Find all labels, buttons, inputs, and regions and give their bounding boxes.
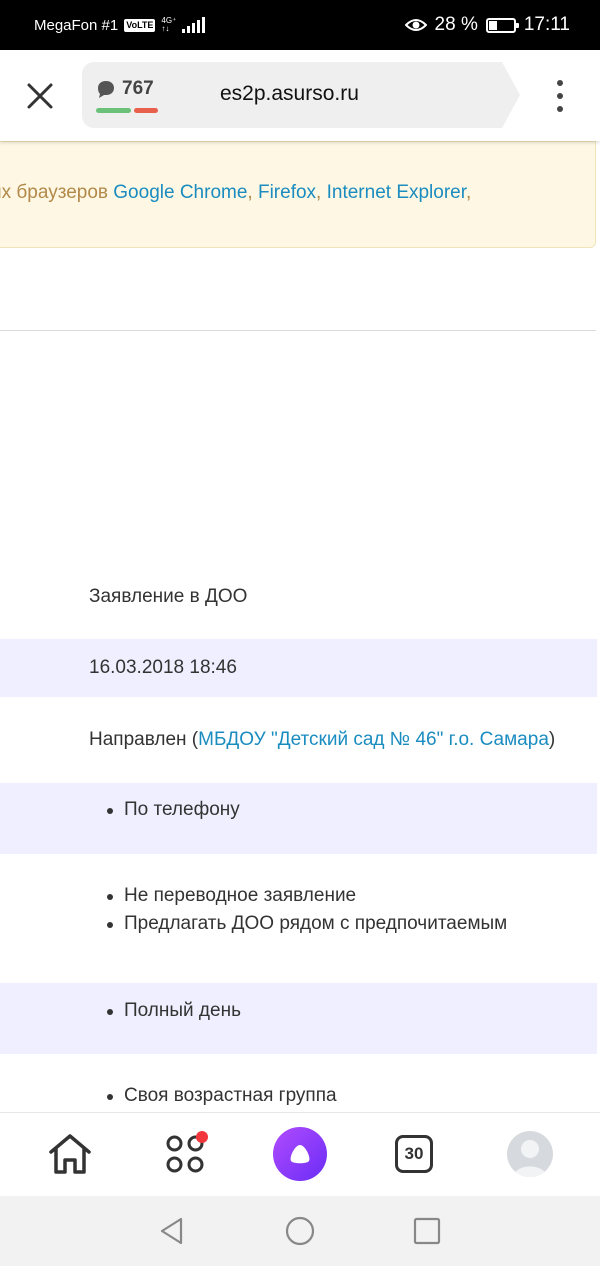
url-text[interactable]: es2p.asurso.ru <box>220 82 359 106</box>
alice-button[interactable] <box>272 1127 328 1181</box>
row-options: Не переводное заявление Предлагать ДОО р… <box>0 854 597 983</box>
dot-icon <box>557 106 563 112</box>
avatar <box>507 1131 553 1177</box>
home-icon <box>49 1134 91 1174</box>
back-button[interactable] <box>155 1214 189 1248</box>
back-triangle-icon <box>160 1217 183 1245</box>
data-arrows-icon: ↑↓ <box>161 24 170 33</box>
carrier-name: MegaFon #1 <box>34 16 119 34</box>
services-button[interactable] <box>160 1129 210 1179</box>
volte-badge: VoLTE <box>124 18 156 32</box>
list-item: Предлагать ДОО рядом с предпочитаемым <box>107 910 507 938</box>
group-list: Своя возрастная группа <box>107 1082 337 1110</box>
contact-method-list: По телефону <box>107 796 240 824</box>
home-circle-icon <box>285 1216 315 1246</box>
row-status: Направлен (МБДОУ "Детский сад № 46" г.о.… <box>0 697 597 783</box>
close-icon <box>27 83 53 109</box>
row-group: Своя возрастная группа <box>0 1054 597 1112</box>
row-request-type: Заявление в ДОО <box>0 560 597 632</box>
rating-bar <box>96 108 158 113</box>
dot-icon <box>557 80 563 86</box>
status-right: 28 % 17:11 <box>404 14 570 36</box>
list-item: Своя возрастная группа <box>107 1082 337 1110</box>
link-google-chrome[interactable]: Google Chrome <box>113 182 247 203</box>
list-item: Не переводное заявление <box>107 882 507 910</box>
bottom-navigation: 30 <box>0 1112 600 1196</box>
notice-text: их браузеров Google Chrome, Firefox, Int… <box>0 182 472 203</box>
request-type-value: Заявление в ДОО <box>89 586 248 607</box>
user-icon <box>513 1140 547 1177</box>
tabs-button[interactable]: 30 <box>389 1129 439 1179</box>
tabs-count-icon: 30 <box>395 1135 433 1173</box>
kindergarten-link[interactable]: МБДОУ "Детский сад № 46" г.о. Самара <box>198 729 549 750</box>
row-contact-method: По телефону <box>0 783 597 854</box>
eye-comfort-icon <box>404 19 427 31</box>
more-menu-button[interactable] <box>548 76 572 116</box>
network-type: 4G⁺ ↑↓ <box>161 16 177 33</box>
divider <box>0 330 596 331</box>
row-date: 16.03.2018 18:46 <box>0 639 597 697</box>
list-item: Полный день <box>107 997 241 1025</box>
comments-counter[interactable]: 767 <box>96 78 154 100</box>
status-left: MegaFon #1 VoLTE 4G⁺ ↑↓ <box>34 16 206 34</box>
address-bar[interactable]: 767 es2p.asurso.ru <box>82 62 520 128</box>
status-value: Направлен (МБДОУ "Детский сад № 46" г.о.… <box>89 729 556 750</box>
row-schedule: Полный день <box>0 983 597 1054</box>
battery-icon <box>485 17 519 33</box>
recents-square-icon <box>413 1217 441 1245</box>
options-list: Не переводное заявление Предлагать ДОО р… <box>107 882 507 938</box>
system-navigation <box>0 1196 600 1266</box>
status-bar: MegaFon #1 VoLTE 4G⁺ ↑↓ 28 % 17:11 <box>0 0 600 50</box>
notification-dot <box>196 1131 208 1143</box>
date-value: 16.03.2018 18:46 <box>89 657 237 678</box>
link-internet-explorer[interactable]: Internet Explorer <box>327 182 466 203</box>
home-system-button[interactable] <box>283 1214 317 1248</box>
profile-button[interactable] <box>505 1129 555 1179</box>
recents-button[interactable] <box>410 1214 444 1248</box>
clock: 17:11 <box>523 14 570 35</box>
close-button[interactable] <box>22 78 58 114</box>
schedule-list: Полный день <box>107 997 241 1025</box>
home-button[interactable] <box>45 1129 95 1179</box>
link-firefox[interactable]: Firefox <box>258 182 316 203</box>
browser-toolbar: 767 es2p.asurso.ru <box>0 50 600 141</box>
alice-icon <box>273 1127 327 1181</box>
signal-icon <box>182 17 206 33</box>
battery-percent: 28 % <box>434 14 478 35</box>
browser-notice: их браузеров Google Chrome, Firefox, Int… <box>0 141 596 248</box>
comment-count: 767 <box>122 78 154 99</box>
list-item: По телефону <box>107 796 240 824</box>
comment-bubble-icon <box>98 81 114 98</box>
dot-icon <box>557 93 563 99</box>
